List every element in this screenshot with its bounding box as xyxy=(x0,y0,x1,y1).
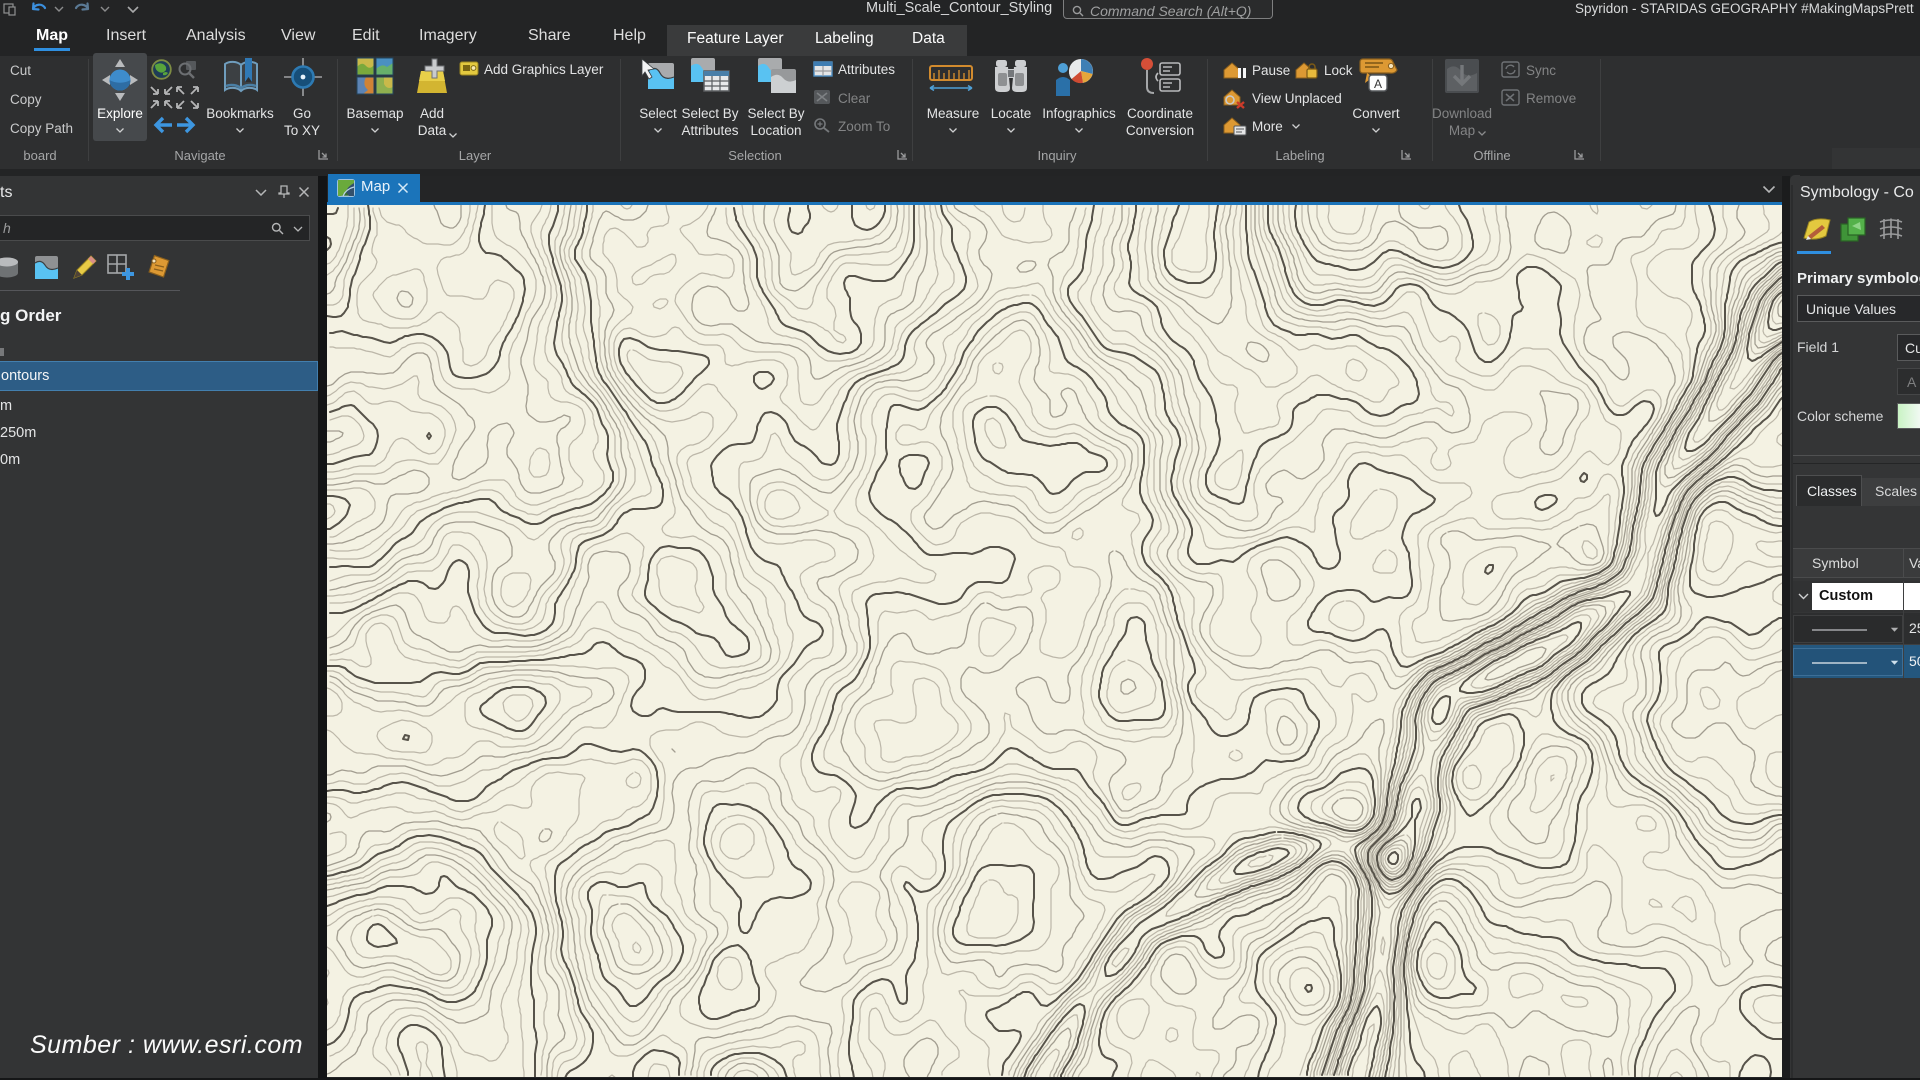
svg-text:A: A xyxy=(1374,77,1382,91)
